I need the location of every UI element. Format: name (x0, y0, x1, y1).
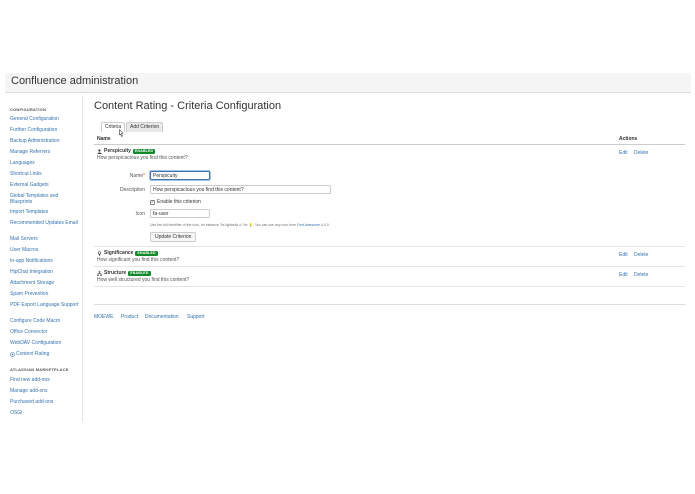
criterion-row-title: Structure ENABLED (97, 270, 151, 276)
sidebar-item-manage-add-ons[interactable]: Manage add-ons (10, 388, 48, 395)
sidebar-item-spam-prevention[interactable]: Spam Prevention (10, 291, 48, 298)
admin-sidebar: CONFIGURATION General Configuration Furt… (5, 95, 83, 422)
row-divider (94, 266, 685, 267)
sidebar-item-manage-referrers[interactable]: Manage Referrers (10, 149, 50, 156)
name-input[interactable] (150, 171, 210, 180)
edit-criterion-link[interactable]: Edit (619, 252, 628, 258)
page-title: Content Rating - Criteria Configuration (94, 100, 282, 112)
row-divider (94, 286, 685, 287)
table-header-divider (94, 144, 685, 145)
sitemap-icon (97, 270, 102, 276)
tab-add-criterion[interactable]: Add Criterion (126, 122, 164, 132)
criterion-name: Perspicuity (104, 148, 131, 154)
footer-link-moewe[interactable]: MOEWE (94, 314, 113, 320)
app-title: Confluence administration (11, 75, 139, 87)
edit-criterion-link[interactable]: Edit (619, 272, 628, 278)
sidebar-item-configure-code-macro[interactable]: Configure Code Macro (10, 318, 60, 325)
enable-criterion-checkbox-row[interactable]: ✓ Enable this criterion (150, 199, 201, 205)
sidebar-item-backup-administration[interactable]: Backup Administration (10, 138, 59, 145)
sidebar-item-general-configuration[interactable]: General Configuration (10, 116, 59, 123)
delete-criterion-link[interactable]: Delete (634, 272, 648, 278)
row-divider (94, 246, 685, 247)
footer-link-product[interactable]: Product (121, 314, 138, 320)
sidebar-item-purchased-add-ons[interactable]: Purchased add-ons (10, 399, 53, 406)
sidebar-item-attachment-storage[interactable]: Attachment Storage (10, 280, 54, 287)
sidebar-heading-marketplace: ATLASSIAN MARKETPLACE (10, 367, 69, 372)
column-header-name: Name (97, 136, 111, 142)
sidebar-heading-configuration: CONFIGURATION (10, 107, 47, 112)
lightbulb-icon (97, 250, 102, 256)
sidebar-item-languages[interactable]: Languages (10, 160, 35, 167)
delete-criterion-link[interactable]: Delete (634, 150, 648, 156)
enable-criterion-checkbox[interactable]: ✓ (150, 199, 155, 205)
sidebar-item-further-configuration[interactable]: Further Configuration (10, 127, 57, 134)
criterion-description: How well structured you find this conten… (97, 277, 190, 283)
status-badge: ENABLED (132, 148, 156, 154)
criterion-row-title: Significance ENABLED (97, 250, 158, 256)
user-icon (97, 148, 102, 154)
status-badge: ENABLED (135, 250, 158, 256)
footer-link-documentation[interactable]: Documentation (145, 314, 179, 320)
column-header-actions: Actions (619, 136, 638, 142)
sidebar-item-shortcut-links[interactable]: Shortcut Links (10, 171, 42, 178)
sidebar-item-webdav-configuration[interactable]: WebDAV Configuration (10, 340, 61, 347)
sidebar-item-osgi[interactable]: OSGi (10, 410, 22, 417)
criterion-name: Structure (104, 270, 127, 276)
description-input[interactable] (150, 185, 331, 194)
status-badge: ENABLED (128, 270, 151, 276)
icon-field-label: Icon (135, 211, 145, 217)
enable-criterion-label: Enable this criterion (157, 199, 201, 205)
criterion-name: Significance (104, 250, 134, 256)
sidebar-item-external-gadgets[interactable]: External Gadgets (10, 182, 49, 189)
criterion-description: How perspicacious you find this content? (97, 155, 188, 161)
sidebar-item-mail-servers[interactable]: Mail Servers (10, 236, 38, 243)
sidebar-item-global-templates[interactable]: Global Templates and Blueprints (10, 193, 80, 205)
sidebar-item-import-templates[interactable]: Import Templates (10, 209, 48, 216)
footer-link-support[interactable]: Support (187, 314, 205, 320)
sidebar-item-recommended-updates-email[interactable]: Recommended Updates Email (10, 220, 80, 227)
sidebar-item-office-connector[interactable]: Office Connector (10, 329, 47, 336)
app-header: Confluence administration (5, 73, 691, 93)
sidebar-item-content-rating-label: Content Rating (16, 351, 50, 357)
icon-help-text: Use the full identifier of the icon, for… (150, 223, 329, 227)
sidebar-item-user-macros[interactable]: User Macros (10, 247, 38, 254)
sidebar-item-pdf-export-language-support[interactable]: PDF Export Language Support (10, 302, 80, 309)
mouse-pointer-icon (119, 129, 124, 137)
sidebar-item-in-app-notifications[interactable]: In-app Notifications (10, 258, 53, 265)
criterion-row-title: Perspicuity ENABLED (97, 148, 156, 154)
delete-criterion-link[interactable]: Delete (634, 252, 648, 258)
update-criterion-button[interactable]: Update Criterion (150, 232, 197, 242)
icon-input[interactable] (150, 209, 210, 218)
description-field-label: Description (119, 187, 145, 193)
sidebar-item-find-new-add-ons[interactable]: Find new add-ons (10, 377, 50, 384)
name-field-label: Name* (129, 173, 145, 179)
sidebar-item-content-rating[interactable]: Content Rating (10, 351, 50, 358)
sidebar-item-hipchat-integration[interactable]: HipChat Integration (10, 269, 53, 276)
font-awesome-link[interactable]: Font Awesome (297, 223, 320, 227)
footer-divider (94, 304, 685, 305)
star-icon (10, 352, 15, 358)
criterion-description: How significant you find this content? (97, 257, 180, 263)
edit-criterion-link[interactable]: Edit (619, 150, 628, 156)
